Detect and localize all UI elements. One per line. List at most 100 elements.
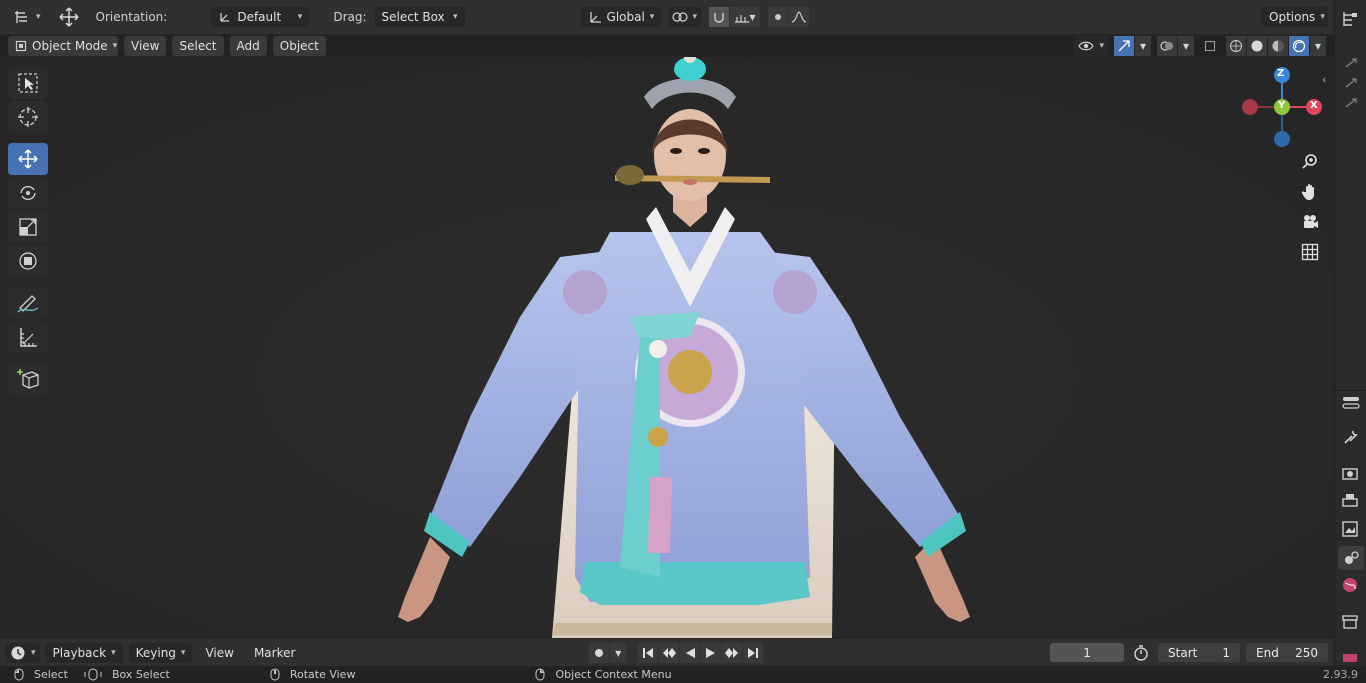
render-properties-tab[interactable] bbox=[1341, 464, 1363, 484]
pivot-icon bbox=[671, 10, 688, 24]
keying-menu[interactable]: Keying ▾ bbox=[128, 642, 193, 663]
rotate-tool[interactable] bbox=[8, 177, 48, 209]
playback-label: Playback bbox=[52, 645, 107, 660]
snap-toggle[interactable] bbox=[708, 7, 729, 27]
jump-to-keyframe-prev-button[interactable] bbox=[659, 642, 680, 663]
snap-controls: ▾ bbox=[708, 7, 760, 27]
grid-icon bbox=[1301, 243, 1319, 261]
wireframe-shading-button[interactable] bbox=[1226, 36, 1246, 56]
timeline-marker-menu[interactable]: Marker bbox=[247, 643, 302, 663]
scale-tool[interactable] bbox=[8, 211, 48, 243]
texture-properties-tab[interactable] bbox=[1341, 652, 1363, 666]
drag-value: Select Box bbox=[381, 10, 445, 24]
mouse-left-icon bbox=[14, 668, 24, 681]
overlay-toggle[interactable] bbox=[1157, 36, 1177, 56]
view-layer-properties-tab[interactable] bbox=[1341, 520, 1363, 540]
rendered-shading-button[interactable] bbox=[1289, 36, 1309, 56]
stopwatch-icon[interactable] bbox=[1130, 644, 1152, 661]
proportional-edit-toggle[interactable] bbox=[767, 7, 788, 27]
viewport-header: Object Mode ▾ View Select Add Object ▾ ▾… bbox=[0, 35, 1334, 57]
snap-target-dropdown[interactable]: ▾ bbox=[729, 7, 760, 27]
play-button[interactable] bbox=[701, 642, 722, 663]
material-shading-button[interactable] bbox=[1268, 36, 1288, 56]
playback-menu[interactable]: Playback ▾ bbox=[45, 642, 123, 663]
outliner-item-icon[interactable] bbox=[1343, 76, 1361, 90]
timeline-view-menu[interactable]: View bbox=[198, 643, 240, 663]
orientation-value: Default bbox=[237, 10, 282, 24]
jump-to-keyframe-next-button[interactable] bbox=[722, 642, 743, 663]
status-box-select: Box Select bbox=[111, 668, 170, 681]
overlay-dropdown[interactable]: ▾ bbox=[1178, 36, 1194, 56]
visibility-dropdown[interactable]: ▾ bbox=[1074, 36, 1108, 56]
collection-properties-tab[interactable] bbox=[1341, 612, 1363, 632]
transform-tool-icon bbox=[13, 9, 31, 25]
transform-space-value: Global bbox=[606, 10, 645, 24]
outliner-item-icon[interactable] bbox=[1343, 96, 1361, 110]
tool-properties-tab[interactable] bbox=[1341, 428, 1363, 448]
editor-type-button[interactable]: ▾ bbox=[6, 7, 48, 27]
status-context-menu: Object Context Menu bbox=[555, 668, 672, 681]
menu-view[interactable]: View bbox=[124, 36, 167, 56]
world-properties-tab[interactable] bbox=[1341, 576, 1363, 596]
object-mode-icon bbox=[15, 40, 27, 52]
play-reverse-button[interactable] bbox=[680, 642, 701, 663]
menu-add[interactable]: Add bbox=[229, 36, 267, 56]
playback-controls bbox=[638, 642, 764, 663]
drag-dropdown[interactable]: Select Box ▾ bbox=[374, 7, 465, 27]
falloff-dropdown[interactable] bbox=[788, 7, 809, 27]
orientation-dropdown[interactable]: Default ▾ bbox=[211, 7, 310, 27]
zoom-icon bbox=[1301, 153, 1319, 171]
chevron-down-icon: ▾ bbox=[1314, 39, 1322, 53]
cursor-tool[interactable] bbox=[8, 101, 48, 133]
gizmo-z-label: Z bbox=[1277, 68, 1285, 79]
current-frame-field[interactable]: 1 bbox=[1050, 643, 1125, 662]
navigation-gizmo[interactable]: Z X Y bbox=[1240, 67, 1324, 151]
jump-to-end-button[interactable] bbox=[743, 642, 764, 663]
outliner-filter-icon[interactable] bbox=[1341, 10, 1361, 28]
gizmo-toggle[interactable] bbox=[1114, 36, 1134, 56]
clock-icon bbox=[10, 645, 26, 661]
transform-orientation-dropdown[interactable]: Global ▾ bbox=[580, 7, 661, 27]
transform-tool[interactable] bbox=[8, 245, 48, 277]
proportional-edit-controls bbox=[767, 7, 809, 27]
pivot-dropdown[interactable]: ▾ bbox=[668, 7, 701, 27]
status-rotate-view: Rotate View bbox=[289, 668, 356, 681]
keying-set-dropdown[interactable]: ▾ bbox=[610, 642, 627, 663]
zoom-view-button[interactable] bbox=[1296, 149, 1324, 175]
orthographic-toggle-button[interactable] bbox=[1296, 239, 1324, 265]
mode-dropdown[interactable]: Object Mode ▾ bbox=[8, 36, 118, 56]
shading-modes: ▾ bbox=[1226, 36, 1326, 56]
timeline-editor-type-button[interactable]: ▾ bbox=[6, 642, 40, 663]
options-dropdown[interactable]: Options ▾ bbox=[1262, 7, 1328, 27]
scene-properties-tab[interactable] bbox=[1338, 546, 1364, 570]
camera-icon bbox=[1301, 213, 1319, 231]
start-frame-field[interactable]: Start 1 bbox=[1158, 643, 1241, 662]
outliner-item-icon[interactable] bbox=[1343, 56, 1361, 70]
auto-keying-toggle[interactable] bbox=[589, 642, 610, 663]
3d-viewport[interactable]: Z X Y ‹ bbox=[0, 57, 1334, 638]
camera-view-button[interactable] bbox=[1296, 209, 1324, 235]
measure-tool[interactable] bbox=[8, 321, 48, 353]
overlay-toggle-group: ▾ bbox=[1157, 36, 1194, 56]
version-label: 2.93.9 bbox=[1323, 668, 1358, 681]
xray-toggle[interactable] bbox=[1200, 36, 1220, 56]
select-box-tool[interactable] bbox=[8, 67, 48, 99]
move-tool-icon[interactable] bbox=[56, 6, 82, 28]
orientation-label: Orientation: bbox=[95, 10, 168, 24]
options-label: Options bbox=[1269, 10, 1316, 24]
output-properties-tab[interactable] bbox=[1341, 492, 1363, 512]
shading-dropdown[interactable]: ▾ bbox=[1310, 36, 1326, 56]
autokey-controls: ▾ bbox=[589, 642, 627, 663]
move-tool[interactable] bbox=[8, 143, 48, 175]
sidebar-toggle-arrow-icon[interactable]: ‹ bbox=[1322, 73, 1326, 86]
pan-view-button[interactable] bbox=[1296, 179, 1324, 205]
properties-editor-icon[interactable] bbox=[1341, 394, 1363, 414]
menu-object[interactable]: Object bbox=[272, 36, 326, 56]
add-cube-tool[interactable] bbox=[8, 363, 48, 395]
end-frame-field[interactable]: End 250 bbox=[1246, 643, 1329, 662]
jump-to-start-button[interactable] bbox=[638, 642, 659, 663]
solid-shading-button[interactable] bbox=[1247, 36, 1267, 56]
annotate-tool[interactable] bbox=[8, 287, 48, 319]
gizmo-dropdown[interactable]: ▾ bbox=[1135, 36, 1151, 56]
menu-select[interactable]: Select bbox=[172, 36, 224, 56]
